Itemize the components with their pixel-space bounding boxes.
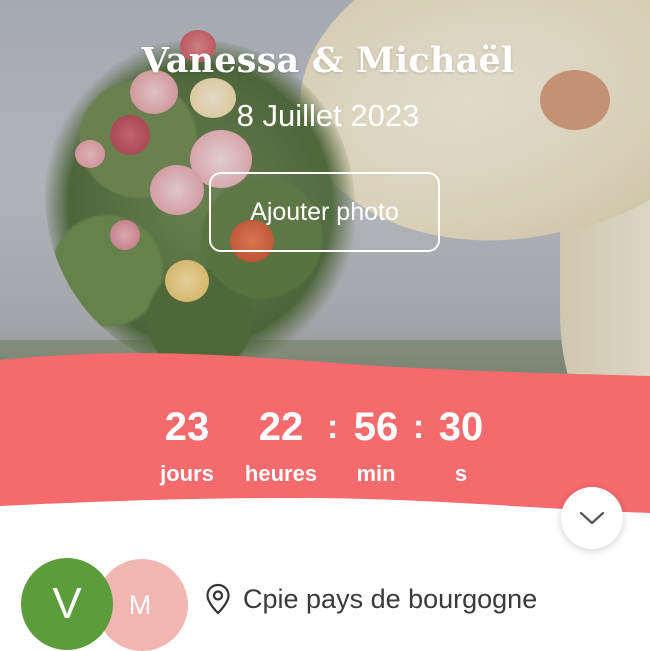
- location-row[interactable]: Cpie pays de bourgogne: [205, 579, 537, 619]
- countdown-seconds-label: s: [454, 461, 468, 486]
- countdown-hours-label: heures: [244, 461, 318, 486]
- countdown-separator: :: [327, 408, 339, 446]
- countdown-days-value: 23: [164, 405, 210, 449]
- location-name: Cpie pays de bourgogne: [243, 583, 538, 614]
- map-pin-icon: [206, 583, 230, 615]
- countdown-seconds: 30 s: [431, 405, 491, 487]
- avatar-partner-1[interactable]: V: [21, 558, 113, 650]
- countdown-days-label: jours: [160, 461, 214, 486]
- expand-button[interactable]: [561, 487, 623, 549]
- countdown-seconds-value: 30: [438, 405, 484, 449]
- wedding-date: 8 Juillet 2023: [236, 98, 420, 133]
- countdown-minutes-label: min: [356, 461, 396, 486]
- avatar-partner-1-initial: V: [52, 579, 82, 628]
- chevron-down-icon: [579, 511, 605, 525]
- add-photo-button[interactable]: Ajouter photo: [209, 172, 440, 252]
- countdown-hours-value: 22: [258, 405, 304, 449]
- couple-names: Vanessa & Michaël: [141, 40, 515, 81]
- countdown-hours: 22 heures: [236, 405, 326, 487]
- countdown-separator: :: [413, 408, 425, 446]
- countdown-minutes: 56 min: [345, 405, 407, 487]
- countdown-minutes-value: 56: [353, 405, 399, 449]
- avatar-partner-2-initial: M: [128, 589, 152, 620]
- countdown-days: 23 jours: [148, 405, 226, 487]
